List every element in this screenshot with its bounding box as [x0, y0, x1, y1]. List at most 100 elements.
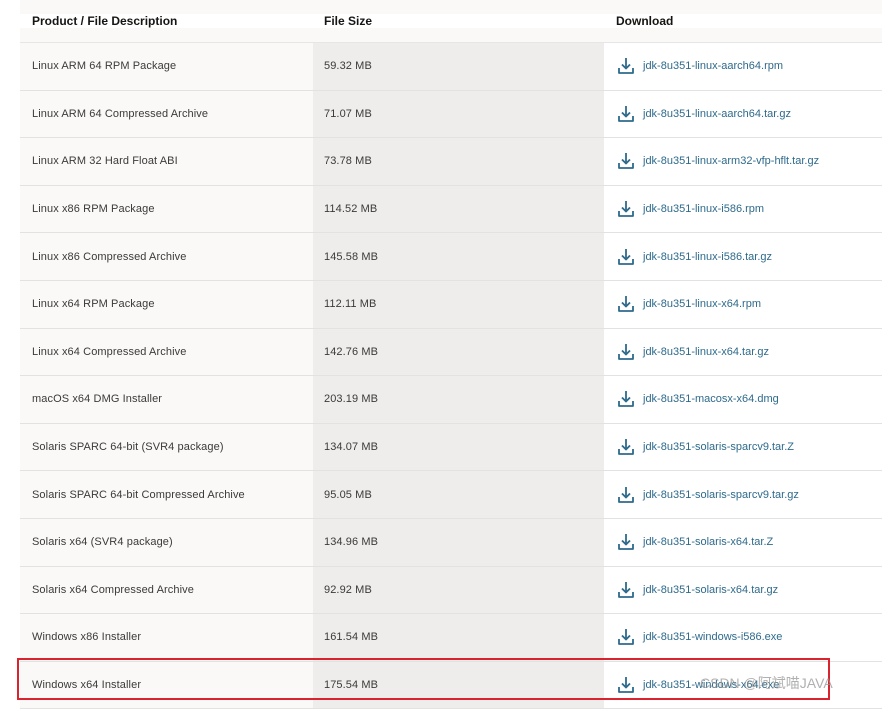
- table-row: Solaris x64 (SVR4 package) 134.96 MB jdk-8…: [20, 518, 882, 567]
- product-cell: Linux x86 Compressed Archive: [20, 233, 313, 280]
- size-cell: 145.58 MB: [313, 233, 604, 280]
- download-filename[interactable]: jdk-8u351-windows-i586.exe: [643, 631, 782, 643]
- download-link[interactable]: jdk-8u351-linux-x64.rpm: [616, 294, 761, 314]
- header-download-cell: Download: [604, 14, 882, 28]
- file-size: 203.19 MB: [324, 393, 379, 406]
- file-size: 92.92 MB: [324, 583, 372, 596]
- downloads-table: Product / File Description File Size Dow…: [20, 0, 882, 709]
- table-row: Linux x86 RPM Package 114.52 MB jdk-8u351-…: [20, 185, 882, 234]
- download-filename[interactable]: jdk-8u351-linux-aarch64.tar.gz: [643, 108, 791, 120]
- download-cell: jdk-8u351-solaris-x64.tar.Z: [604, 518, 882, 566]
- download-cell: jdk-8u351-solaris-sparcv9.tar.gz: [604, 471, 882, 518]
- table-row: Linux x64 RPM Package 112.11 MB jdk-8u351-…: [20, 280, 882, 329]
- download-cell: jdk-8u351-linux-x64.tar.gz: [604, 328, 882, 376]
- download-icon[interactable]: [616, 675, 636, 695]
- download-link[interactable]: jdk-8u351-linux-i586.tar.gz: [616, 247, 772, 267]
- header-size: File Size: [324, 14, 373, 28]
- product-cell: Linux x86 RPM Package: [20, 185, 313, 233]
- header-size-cell: File Size: [313, 14, 604, 28]
- download-filename[interactable]: jdk-8u351-solaris-x64.tar.Z: [643, 536, 773, 548]
- product-name: macOS x64 DMG Installer: [32, 393, 163, 406]
- file-size: 95.05 MB: [324, 488, 372, 501]
- table-row: Linux x86 Compressed Archive 145.58 MB jdk…: [20, 233, 882, 281]
- size-cell: 134.96 MB: [313, 518, 604, 566]
- download-icon[interactable]: [616, 151, 636, 171]
- header-download: Download: [616, 14, 674, 28]
- product-name: Linux ARM 64 RPM Package: [32, 60, 177, 73]
- product-cell: Linux x64 RPM Package: [20, 280, 313, 328]
- download-icon[interactable]: [616, 532, 636, 552]
- download-filename[interactable]: jdk-8u351-solaris-sparcv9.tar.gz: [643, 489, 799, 501]
- download-cell: jdk-8u351-macosx-x64.dmg: [604, 376, 882, 423]
- download-icon[interactable]: [616, 104, 636, 124]
- file-size: 142.76 MB: [324, 345, 379, 358]
- download-link[interactable]: jdk-8u351-linux-aarch64.tar.gz: [616, 104, 791, 124]
- header-product: Product / File Description: [32, 14, 178, 28]
- file-size: 134.96 MB: [324, 536, 379, 549]
- download-icon[interactable]: [616, 294, 636, 314]
- download-icon[interactable]: [616, 56, 636, 76]
- header-product-cell: Product / File Description: [20, 14, 313, 28]
- size-cell: 112.11 MB: [313, 280, 604, 328]
- download-icon[interactable]: [616, 580, 636, 600]
- product-name: Solaris SPARC 64-bit (SVR4 package): [32, 441, 224, 454]
- download-link[interactable]: jdk-8u351-linux-arm32-vfp-hflt.tar.gz: [616, 151, 819, 171]
- download-filename[interactable]: jdk-8u351-macosx-x64.dmg: [643, 393, 779, 405]
- download-cell: jdk-8u351-windows-i586.exe: [604, 614, 882, 661]
- download-link[interactable]: jdk-8u351-solaris-sparcv9.tar.Z: [616, 437, 794, 457]
- product-name: Linux x64 RPM Package: [32, 298, 155, 311]
- product-name: Linux x64 Compressed Archive: [32, 345, 187, 358]
- download-icon[interactable]: [616, 437, 636, 457]
- download-icon[interactable]: [616, 485, 636, 505]
- download-icon[interactable]: [616, 342, 636, 362]
- size-cell: 92.92 MB: [313, 566, 604, 614]
- product-cell: Windows x64 Installer: [20, 661, 313, 709]
- download-link[interactable]: jdk-8u351-linux-aarch64.rpm: [616, 56, 783, 76]
- product-name: Linux ARM 32 Hard Float ABI: [32, 155, 178, 168]
- table-row: Linux x64 Compressed Archive 142.76 MB jdk…: [20, 328, 882, 377]
- download-icon[interactable]: [616, 247, 636, 267]
- download-cell: jdk-8u351-solaris-x64.tar.gz: [604, 566, 882, 614]
- table-row: Windows x86 Installer 161.54 MB jdk-8u351-…: [20, 614, 882, 662]
- download-link[interactable]: jdk-8u351-solaris-x64.tar.gz: [616, 580, 778, 600]
- download-filename[interactable]: jdk-8u351-linux-i586.rpm: [643, 203, 764, 215]
- download-link[interactable]: jdk-8u351-linux-x64.tar.gz: [616, 342, 769, 362]
- product-name: Linux ARM 64 Compressed Archive: [32, 107, 209, 120]
- table-row: macOS x64 DMG Installer 203.19 MB jdk-8u35…: [20, 376, 882, 424]
- product-name: Linux x86 RPM Package: [32, 203, 155, 216]
- file-size: 114.52 MB: [324, 203, 378, 216]
- table-row: Linux ARM 32 Hard Float ABI 73.78 MB jdk-8…: [20, 138, 882, 186]
- product-cell: macOS x64 DMG Installer: [20, 376, 313, 423]
- download-link[interactable]: jdk-8u351-solaris-x64.tar.Z: [616, 532, 773, 552]
- product-cell: Solaris x64 (SVR4 package): [20, 518, 313, 566]
- size-cell: 161.54 MB: [313, 614, 604, 661]
- download-icon[interactable]: [616, 389, 636, 409]
- download-filename[interactable]: jdk-8u351-solaris-sparcv9.tar.Z: [643, 441, 794, 453]
- file-size: 73.78 MB: [324, 155, 372, 168]
- table-header: Product / File Description File Size Dow…: [20, 0, 882, 43]
- download-filename[interactable]: jdk-8u351-linux-arm32-vfp-hflt.tar.gz: [643, 155, 819, 167]
- download-filename[interactable]: jdk-8u351-linux-x64.rpm: [643, 298, 761, 310]
- download-filename[interactable]: jdk-8u351-solaris-x64.tar.gz: [643, 584, 778, 596]
- download-link[interactable]: jdk-8u351-linux-i586.rpm: [616, 199, 764, 219]
- download-link[interactable]: jdk-8u351-windows-i586.exe: [616, 627, 782, 647]
- download-filename[interactable]: jdk-8u351-linux-i586.tar.gz: [643, 251, 772, 263]
- product-name: Windows x86 Installer: [32, 631, 142, 644]
- table-row: Solaris SPARC 64-bit (SVR4 package) 134.0…: [20, 423, 882, 472]
- product-cell: Windows x86 Installer: [20, 614, 313, 661]
- download-filename[interactable]: jdk-8u351-linux-x64.tar.gz: [643, 346, 769, 358]
- size-cell: 114.52 MB: [313, 185, 604, 233]
- file-size: 112.11 MB: [324, 298, 377, 311]
- download-cell: jdk-8u351-linux-i586.tar.gz: [604, 233, 882, 280]
- download-link[interactable]: jdk-8u351-solaris-sparcv9.tar.gz: [616, 485, 799, 505]
- download-filename[interactable]: jdk-8u351-linux-aarch64.rpm: [643, 60, 783, 72]
- product-cell: Linux x64 Compressed Archive: [20, 328, 313, 376]
- download-cell: jdk-8u351-solaris-sparcv9.tar.Z: [604, 423, 882, 471]
- download-link[interactable]: jdk-8u351-macosx-x64.dmg: [616, 389, 779, 409]
- file-size: 175.54 MB: [324, 679, 379, 692]
- download-icon[interactable]: [616, 627, 636, 647]
- download-cell: jdk-8u351-linux-x64.rpm: [604, 280, 882, 328]
- download-icon[interactable]: [616, 199, 636, 219]
- size-cell: 71.07 MB: [313, 90, 604, 138]
- size-cell: 203.19 MB: [313, 376, 604, 423]
